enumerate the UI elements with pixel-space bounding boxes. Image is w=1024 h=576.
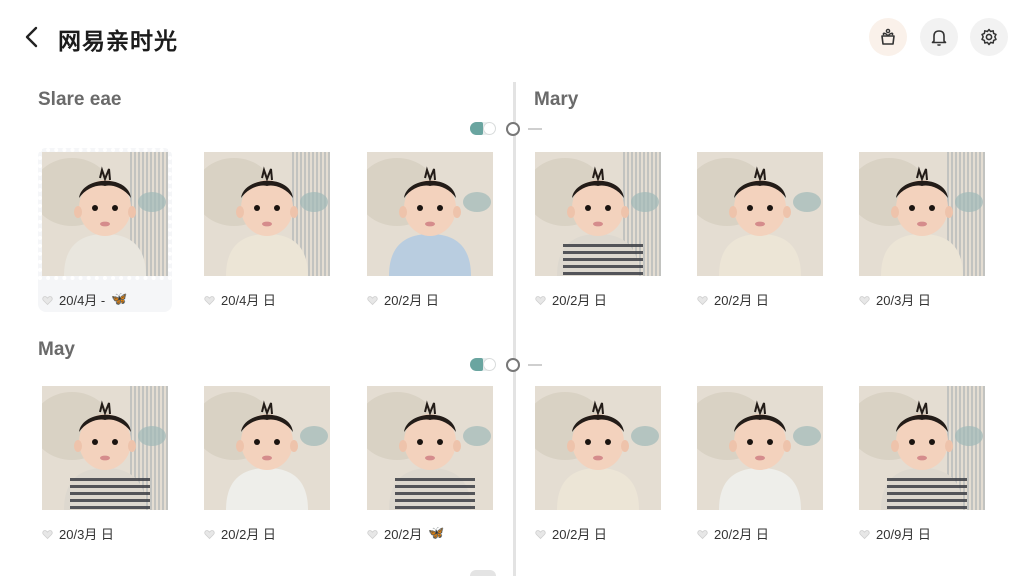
photo-date: 20/4月 - 🦋 <box>42 291 128 308</box>
photo-date: 20/2月 日 <box>697 525 769 542</box>
baby-photo[interactable] <box>200 148 334 280</box>
photo-card[interactable]: 20/2月 🦋 <box>363 382 497 546</box>
photo-card[interactable]: 20/2月 日 <box>531 148 665 312</box>
date-text: 20/2月 日 <box>714 526 769 542</box>
baby-photo[interactable] <box>200 382 334 514</box>
heart-icon[interactable] <box>697 528 708 539</box>
timeline-connector <box>528 128 542 130</box>
photo-date: 20/2月 日 <box>535 291 607 308</box>
photo-card[interactable]: 20/2月 日 <box>693 382 827 546</box>
section-toggle-2[interactable] <box>470 358 496 371</box>
photo-card[interactable]: 20/9月 日 <box>855 382 989 546</box>
baby-photo[interactable] <box>855 148 989 280</box>
heart-icon[interactable] <box>367 528 378 539</box>
baby-photo[interactable] <box>531 382 665 514</box>
baby-photo[interactable] <box>855 382 989 514</box>
photo-date: 20/2月 日 <box>697 291 769 308</box>
date-text: 20/3月 日 <box>59 526 114 542</box>
heart-icon[interactable] <box>42 528 53 539</box>
butterfly-icon: 🦋 <box>428 525 445 540</box>
section-label: Mary <box>534 89 579 110</box>
photo-date: 20/4月 日 <box>204 291 276 308</box>
heart-icon[interactable] <box>697 294 708 305</box>
heart-icon[interactable] <box>367 294 378 305</box>
timeline-node <box>506 358 520 372</box>
baby-photo[interactable] <box>693 382 827 514</box>
section-label: Slare eae <box>38 89 122 110</box>
top-bar: 网易亲时光 <box>0 0 1024 72</box>
gear-icon <box>981 28 997 46</box>
timeline-connector <box>528 364 542 366</box>
date-text: 20/9月 日 <box>876 526 931 542</box>
heart-icon[interactable] <box>859 294 870 305</box>
section-label: May <box>38 339 75 360</box>
photo-date: 20/3月 日 <box>42 525 114 542</box>
chevron-left-icon <box>25 26 38 48</box>
page-title: 网易亲时光 <box>58 28 178 54</box>
gift-icon <box>881 28 895 45</box>
date-text: 20/2月 <box>384 526 423 542</box>
heart-icon[interactable] <box>535 528 546 539</box>
heart-icon[interactable] <box>535 294 546 305</box>
settings-button[interactable] <box>970 18 1008 56</box>
date-text: 20/2月 日 <box>552 292 607 308</box>
photo-date: 20/2月 🦋 <box>367 525 445 542</box>
photo-date: 20/2月 日 <box>204 525 276 542</box>
date-text: 20/3月 日 <box>876 292 931 308</box>
photo-card[interactable]: 20/4月 - 🦋 <box>38 148 172 312</box>
photo-date: 20/2月 日 <box>535 525 607 542</box>
photo-card[interactable]: 20/3月 日 <box>855 148 989 312</box>
baby-photo[interactable] <box>363 148 497 280</box>
heart-icon[interactable] <box>859 528 870 539</box>
baby-photo[interactable] <box>531 148 665 280</box>
date-text: 20/4月 - <box>59 292 106 308</box>
section-toggle-1[interactable] <box>470 122 496 135</box>
timeline-node <box>506 122 520 136</box>
date-text: 20/2月 日 <box>221 526 276 542</box>
photo-card[interactable]: 20/3月 日 <box>38 382 172 546</box>
heart-icon[interactable] <box>204 528 215 539</box>
timeline-line <box>513 82 516 576</box>
photo-date: 20/3月 日 <box>859 291 931 308</box>
date-text: 20/4月 日 <box>221 292 276 308</box>
bell-icon <box>931 30 947 46</box>
baby-photo[interactable] <box>363 382 497 514</box>
heart-icon[interactable] <box>204 294 215 305</box>
photo-card[interactable]: 20/2月 日 <box>693 148 827 312</box>
baby-photo[interactable] <box>693 148 827 280</box>
photo-date: 20/9月 日 <box>859 525 931 542</box>
notification-button[interactable] <box>920 18 958 56</box>
gift-button[interactable] <box>869 18 907 56</box>
baby-photo[interactable] <box>38 148 172 280</box>
date-text: 20/2月 日 <box>384 292 439 308</box>
baby-photo[interactable] <box>38 382 172 514</box>
photo-card[interactable]: 20/2月 日 <box>363 148 497 312</box>
date-text: 20/2月 日 <box>552 526 607 542</box>
back-button[interactable] <box>18 22 46 52</box>
photo-card[interactable]: 20/2月 日 <box>200 382 334 546</box>
photo-date: 20/2月 日 <box>367 291 439 308</box>
photo-card[interactable]: 20/2月 日 <box>531 382 665 546</box>
photo-card[interactable]: 20/4月 日 <box>200 148 334 312</box>
date-text: 20/2月 日 <box>714 292 769 308</box>
heart-icon[interactable] <box>42 294 53 305</box>
butterfly-icon: 🦋 <box>111 291 128 306</box>
bottom-handle[interactable] <box>470 570 496 576</box>
